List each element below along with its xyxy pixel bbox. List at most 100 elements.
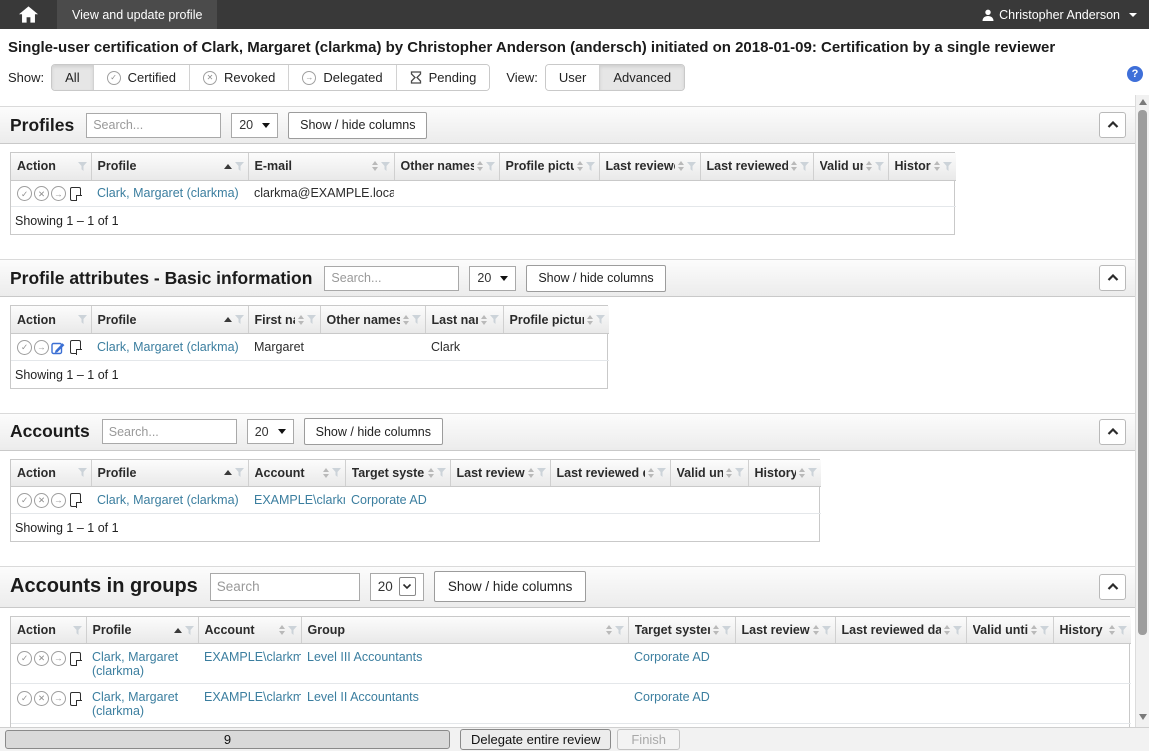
- cell-link[interactable]: Clark, Margaret (clarkma): [92, 650, 178, 678]
- show-hide-columns-button[interactable]: Show / hide columns: [526, 265, 665, 292]
- show-hide-columns-button[interactable]: Show / hide columns: [288, 112, 427, 139]
- scrollbar-thumb[interactable]: [1138, 110, 1147, 635]
- column-header-valid-until[interactable]: Valid until: [813, 153, 888, 180]
- certify-icon[interactable]: ✓: [17, 691, 32, 706]
- page-size-select[interactable]: 20: [370, 573, 424, 601]
- history-note-icon[interactable]: [70, 493, 81, 507]
- certify-icon[interactable]: ✓: [17, 651, 32, 666]
- filter-button-pending[interactable]: Pending: [397, 65, 490, 90]
- column-header-action[interactable]: Action: [11, 617, 86, 644]
- column-header-profile-picture[interactable]: Profile picture: [503, 306, 609, 333]
- column-header-last-reviewed-date[interactable]: Last reviewed date: [700, 153, 813, 180]
- show-hide-columns-button[interactable]: Show / hide columns: [304, 418, 443, 445]
- filter-button-all[interactable]: All: [52, 65, 93, 90]
- delegate-icon[interactable]: →: [51, 651, 66, 666]
- delegate-icon[interactable]: →: [51, 186, 66, 201]
- column-header-last-reviewer[interactable]: Last reviewer: [735, 617, 835, 644]
- column-header-account[interactable]: Account: [248, 460, 345, 487]
- history-note-icon[interactable]: [70, 187, 81, 201]
- page-size-select[interactable]: 20: [231, 113, 278, 138]
- view-button-advanced[interactable]: Advanced: [600, 65, 684, 90]
- edit-icon[interactable]: [51, 340, 66, 355]
- filter-button-certified[interactable]: ✓ Certified: [94, 65, 190, 90]
- column-header-history[interactable]: History: [1053, 617, 1131, 644]
- search-input[interactable]: [324, 266, 459, 291]
- search-input[interactable]: [86, 113, 221, 138]
- page-size-select[interactable]: 20: [247, 419, 294, 444]
- column-header-profile-picture[interactable]: Profile picture: [499, 153, 599, 180]
- column-header-other-names[interactable]: Other names: [320, 306, 425, 333]
- column-header-history[interactable]: History: [748, 460, 821, 487]
- column-header-action[interactable]: Action: [11, 306, 91, 333]
- search-input[interactable]: [210, 573, 360, 601]
- action-cell: ✓✕→: [11, 684, 86, 724]
- column-header-profile[interactable]: Profile: [91, 153, 248, 180]
- column-header-last-reviewed-date[interactable]: Last reviewed date: [835, 617, 966, 644]
- column-header-first-name[interactable]: First name: [248, 306, 320, 333]
- show-hide-columns-button[interactable]: Show / hide columns: [434, 571, 587, 602]
- collapse-section-button[interactable]: [1099, 265, 1126, 291]
- cell-link[interactable]: Corporate AD: [634, 650, 710, 664]
- column-header-last-reviewer[interactable]: Last reviewer: [599, 153, 700, 180]
- revoke-icon[interactable]: ✕: [34, 493, 49, 508]
- scroll-up-arrow-icon[interactable]: [1139, 99, 1147, 105]
- history-note-icon[interactable]: [70, 692, 81, 706]
- filter-button-revoked[interactable]: ✕ Revoked: [190, 65, 289, 90]
- user-menu[interactable]: Christopher Anderson: [970, 0, 1149, 29]
- cell-link[interactable]: Clark, Margaret (clarkma): [97, 340, 239, 354]
- cell-link[interactable]: Corporate AD: [634, 690, 710, 704]
- cell-link[interactable]: EXAMPLE\clarkma: [204, 650, 301, 664]
- column-header-action[interactable]: Action: [11, 153, 91, 180]
- cell-link[interactable]: Level III Accountants: [307, 650, 422, 664]
- sort-up-icon: [813, 625, 819, 629]
- filter-button-delegated[interactable]: → Delegated: [289, 65, 396, 90]
- revoke-icon[interactable]: ✕: [34, 186, 49, 201]
- help-icon[interactable]: ?: [1127, 66, 1143, 82]
- cell-link[interactable]: EXAMPLE\clarkma: [204, 690, 301, 704]
- column-header-target-system[interactable]: Target system: [345, 460, 450, 487]
- cell-link[interactable]: Corporate AD: [351, 493, 427, 507]
- column-header-last-reviewed-date[interactable]: Last reviewed date: [550, 460, 670, 487]
- view-button-user[interactable]: User: [546, 65, 600, 90]
- column-header-valid-until[interactable]: Valid until: [670, 460, 748, 487]
- cell-link[interactable]: Clark, Margaret (clarkma): [97, 493, 239, 507]
- cell-link[interactable]: Clark, Margaret (clarkma): [97, 186, 239, 200]
- collapse-section-button[interactable]: [1099, 419, 1126, 445]
- revoke-icon[interactable]: ✕: [34, 691, 49, 706]
- column-header-action[interactable]: Action: [11, 460, 91, 487]
- revoke-icon[interactable]: ✕: [34, 651, 49, 666]
- column-header-other-names[interactable]: Other names: [394, 153, 499, 180]
- certify-icon[interactable]: ✓: [17, 186, 32, 201]
- delegate-icon[interactable]: →: [34, 340, 49, 355]
- cell-link[interactable]: Level II Accountants: [307, 690, 419, 704]
- history-note-icon[interactable]: [70, 340, 81, 354]
- column-header-group[interactable]: Group: [301, 617, 628, 644]
- search-input[interactable]: [102, 419, 237, 444]
- vertical-scrollbar[interactable]: [1135, 95, 1149, 727]
- certify-icon[interactable]: ✓: [17, 493, 32, 508]
- column-header-last-name[interactable]: Last name: [425, 306, 503, 333]
- scroll-down-arrow-icon[interactable]: [1139, 714, 1147, 720]
- delegate-icon[interactable]: →: [51, 691, 66, 706]
- column-header-profile[interactable]: Profile: [86, 617, 198, 644]
- certify-icon[interactable]: ✓: [17, 340, 32, 355]
- column-header-valid-until[interactable]: Valid until: [966, 617, 1053, 644]
- tab-view-and-update-profile[interactable]: View and update profile: [57, 0, 217, 29]
- column-header-history[interactable]: History: [888, 153, 956, 180]
- column-header-last-reviewer[interactable]: Last reviewer: [450, 460, 550, 487]
- home-button[interactable]: [0, 0, 57, 29]
- column-header-target-system[interactable]: Target system: [628, 617, 735, 644]
- collapse-section-button[interactable]: [1099, 112, 1126, 138]
- column-header-profile[interactable]: Profile: [91, 306, 248, 333]
- cell-link[interactable]: EXAMPLE\clarkma: [254, 493, 345, 507]
- history-note-icon[interactable]: [70, 652, 81, 666]
- column-header-e-mail[interactable]: E-mail: [248, 153, 394, 180]
- page-size-select[interactable]: 20: [469, 266, 516, 291]
- delegate-entire-review-button[interactable]: Delegate entire review: [460, 729, 611, 750]
- collapse-section-button[interactable]: [1099, 574, 1126, 600]
- finish-button[interactable]: Finish: [617, 729, 680, 750]
- column-header-profile[interactable]: Profile: [91, 460, 248, 487]
- delegate-icon[interactable]: →: [51, 493, 66, 508]
- column-header-account[interactable]: Account: [198, 617, 301, 644]
- cell-link[interactable]: Clark, Margaret (clarkma): [92, 690, 178, 718]
